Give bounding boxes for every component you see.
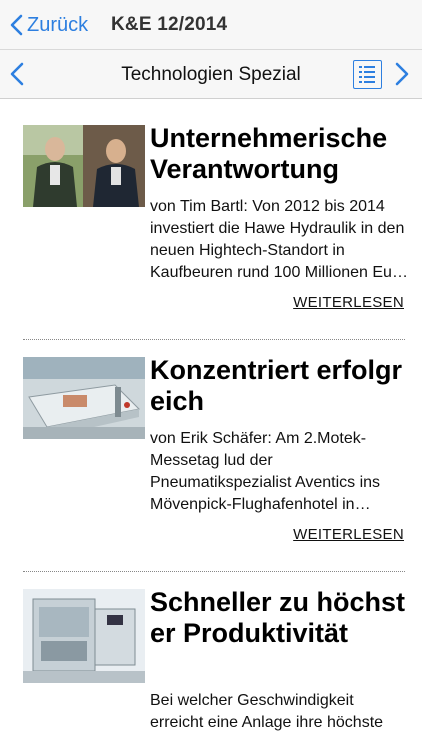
list-icon bbox=[359, 66, 375, 83]
read-more-link[interactable]: WEITERLESEN bbox=[293, 294, 404, 311]
photo-pneumatic-device-image bbox=[23, 357, 145, 439]
divider bbox=[23, 339, 405, 340]
photo-machine-image bbox=[23, 589, 145, 683]
article-title[interactable]: Unternehmerische Verantwortung bbox=[150, 123, 412, 185]
top-nav-bar: Zurück K&E 12/2014 bbox=[0, 0, 422, 50]
chevron-right-icon bbox=[395, 62, 409, 86]
article-thumbnail[interactable] bbox=[23, 357, 145, 439]
article-teaser: von Erik Schäfer: Am 2.Motek-Messetag lu… bbox=[150, 430, 381, 513]
article-thumbnail[interactable] bbox=[23, 125, 145, 207]
back-button-label: Zurück bbox=[27, 13, 89, 36]
chevron-left-icon bbox=[10, 14, 23, 36]
table-of-contents-button[interactable] bbox=[353, 60, 382, 89]
article-title[interactable]: Konzentriert erfolgreich bbox=[150, 355, 412, 417]
photo-two-men-image bbox=[23, 125, 145, 207]
article-thumbnail[interactable] bbox=[23, 589, 145, 683]
next-section-button[interactable] bbox=[395, 62, 409, 91]
read-more-link[interactable]: WEITERLESEN bbox=[293, 526, 404, 543]
article-teaser: Bei welcher Geschwindigkeit erreicht ein… bbox=[150, 692, 384, 731]
divider bbox=[23, 571, 405, 572]
issue-title: K&E 12/2014 bbox=[111, 14, 228, 35]
article-teaser: von Tim Bartl: Von 2012 bis 2014 investi… bbox=[150, 198, 408, 281]
back-button[interactable]: Zurück bbox=[10, 12, 88, 38]
article-title[interactable]: Schneller zu höchster Produktivität bbox=[150, 587, 412, 649]
